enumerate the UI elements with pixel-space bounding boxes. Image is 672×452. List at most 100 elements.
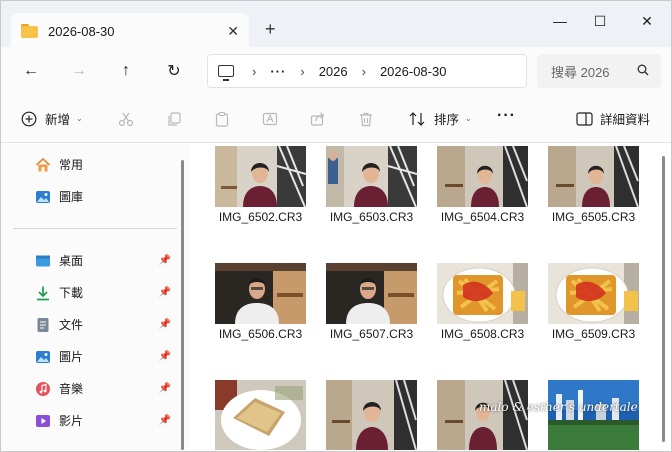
title-bar: 2026-08-30 ✕ + — ☐ ✕	[1, 1, 671, 49]
copy-icon[interactable]	[166, 111, 182, 127]
watermark: malo & esther's undertale	[479, 400, 638, 414]
thumbnail[interactable]	[437, 146, 528, 207]
thumbnail[interactable]	[215, 263, 306, 324]
details-pane-label: 詳細資料	[600, 113, 651, 127]
thumbnail[interactable]	[326, 380, 417, 450]
file-name[interactable]: IMG_6504.CR3	[427, 210, 538, 224]
tab-current-folder[interactable]: 2026-08-30 ✕	[11, 13, 249, 49]
pin-icon[interactable]: 📌	[159, 351, 171, 362]
video-icon	[36, 414, 50, 427]
sidebar-item-label: 圖片	[59, 350, 84, 364]
file-name[interactable]: IMG_6502.CR3	[205, 210, 316, 224]
chevron-right-icon[interactable]: ›	[252, 64, 256, 79]
maximize-button[interactable]: ☐	[588, 11, 612, 31]
breadcrumb-item[interactable]: 2026-08-30	[380, 64, 447, 79]
pin-icon[interactable]: 📌	[159, 415, 171, 426]
paste-icon[interactable]	[214, 111, 230, 127]
file-name[interactable]: IMG_6506.CR3	[205, 327, 316, 341]
chevron-right-icon[interactable]: ›	[300, 64, 304, 79]
search-box[interactable]: 搜尋 2026	[537, 54, 661, 88]
command-bar: 新增 ⌄ 排序 ⌄ ··· 詳細資料	[1, 95, 671, 143]
music-icon	[36, 381, 50, 396]
thumbnail[interactable]	[548, 146, 639, 207]
details-pane-icon	[576, 111, 593, 126]
search-icon	[637, 64, 649, 76]
pin-icon[interactable]: 📌	[159, 255, 171, 266]
sidebar-item-label: 影片	[59, 414, 84, 428]
forward-button[interactable]: →	[67, 59, 91, 83]
sidebar-item-music[interactable]: 音樂	[35, 380, 83, 397]
navigation-bar: ← → ↑ ↻ › ··· › 2026 › 2026-08-30 搜尋 202…	[1, 47, 671, 95]
desktop-icon	[36, 255, 50, 266]
new-tab-button[interactable]: +	[265, 19, 276, 40]
sidebar-scrollbar[interactable]	[181, 160, 184, 450]
tab-close-icon[interactable]: ✕	[227, 23, 239, 40]
thumbnail[interactable]	[215, 380, 306, 450]
plus-circle-icon	[21, 111, 37, 126]
sidebar-item-pictures[interactable]: 圖片	[35, 348, 83, 365]
sidebar-item-downloads[interactable]: 下載	[35, 284, 83, 301]
sidebar-divider	[13, 228, 177, 229]
chevron-down-icon: ⌄	[76, 114, 83, 123]
file-name[interactable]: IMG_6509.CR3	[538, 327, 649, 341]
pin-icon[interactable]: 📌	[159, 383, 171, 394]
breadcrumb-item[interactable]: 2026	[319, 64, 348, 79]
sidebar-item-home[interactable]: 常用	[35, 156, 83, 173]
sidebar-item-documents[interactable]: 文件	[35, 316, 83, 333]
download-icon	[37, 286, 49, 300]
share-icon[interactable]	[310, 111, 326, 127]
sort-button-label: 排序	[434, 113, 460, 127]
file-name[interactable]: IMG_6508.CR3	[427, 327, 538, 341]
address-bar[interactable]: › ··· › 2026 › 2026-08-30	[207, 54, 527, 88]
chevron-right-icon[interactable]: ›	[362, 64, 366, 79]
search-placeholder: 搜尋 2026	[551, 64, 610, 80]
pictures-icon	[36, 350, 50, 363]
sort-icon	[409, 111, 425, 126]
cut-icon[interactable]	[118, 111, 134, 127]
file-explorer-window: 2026-08-30 ✕ + — ☐ ✕ ← → ↑ ↻ › ··· › 202…	[0, 0, 672, 452]
new-button-label: 新增	[45, 113, 71, 127]
pin-icon[interactable]: 📌	[159, 319, 171, 330]
details-pane-button[interactable]: 詳細資料	[576, 109, 650, 128]
file-name[interactable]: IMG_6507.CR3	[316, 327, 427, 341]
thumbnail[interactable]	[215, 146, 306, 207]
sidebar-item-label: 文件	[59, 318, 84, 332]
tab-title: 2026-08-30	[48, 23, 115, 39]
close-window-button[interactable]: ✕	[635, 11, 659, 31]
file-name[interactable]: IMG_6505.CR3	[538, 210, 649, 224]
delete-icon[interactable]	[358, 111, 374, 127]
refresh-button[interactable]: ↻	[162, 59, 186, 83]
gallery-icon	[36, 190, 50, 203]
back-button[interactable]: ←	[19, 59, 43, 83]
thumbnail[interactable]	[548, 380, 639, 450]
file-grid: IMG_6502.CR3 IMG_6503.CR3 IMG_6504.CR3 I…	[189, 144, 671, 451]
thumbnail[interactable]	[437, 263, 528, 324]
sidebar-item-label: 下載	[59, 286, 84, 300]
breadcrumb-overflow[interactable]: ···	[270, 64, 286, 79]
file-name[interactable]: IMG_6503.CR3	[316, 210, 427, 224]
sidebar-item-label: 音樂	[59, 382, 84, 396]
this-pc-icon[interactable]	[218, 65, 234, 81]
folder-icon	[21, 24, 38, 38]
sidebar-item-label: 桌面	[59, 254, 84, 268]
minimize-button[interactable]: —	[548, 11, 572, 31]
thumbnail[interactable]	[326, 263, 417, 324]
navigation-pane: 常用 圖庫 桌面 📌 下載 📌 文件 📌 圖片 📌 音樂 📌 影片 📌	[1, 144, 189, 451]
thumbnail[interactable]	[326, 146, 417, 207]
sidebar-item-label: 常用	[59, 158, 84, 172]
rename-icon[interactable]	[262, 111, 278, 127]
pin-icon[interactable]: 📌	[159, 287, 171, 298]
home-icon	[35, 157, 51, 171]
chevron-down-icon: ⌄	[465, 114, 472, 123]
document-icon	[37, 317, 49, 332]
file-grid-scrollbar[interactable]	[662, 156, 665, 442]
thumbnail[interactable]	[437, 380, 528, 450]
sort-button[interactable]: 排序 ⌄	[408, 109, 472, 128]
sidebar-item-gallery[interactable]: 圖庫	[35, 188, 83, 205]
sidebar-item-videos[interactable]: 影片	[35, 412, 83, 429]
thumbnail[interactable]	[548, 263, 639, 324]
more-options-button[interactable]: ···	[497, 107, 516, 125]
up-button[interactable]: ↑	[114, 59, 138, 83]
sidebar-item-desktop[interactable]: 桌面	[35, 252, 175, 269]
new-button[interactable]: 新增 ⌄	[21, 109, 83, 128]
